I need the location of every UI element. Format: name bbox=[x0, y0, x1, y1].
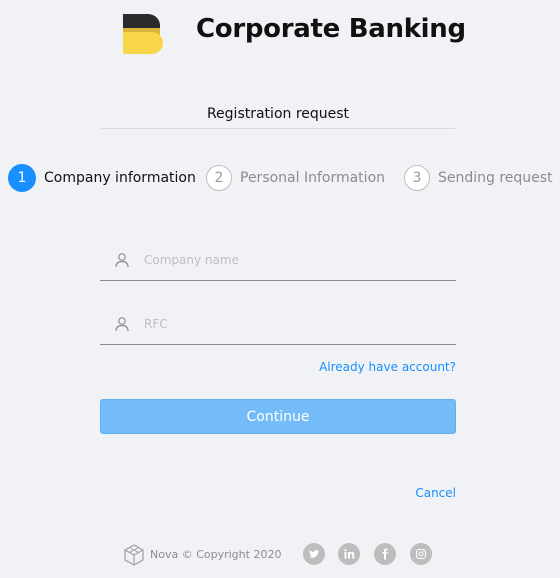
linkedin-icon[interactable] bbox=[338, 543, 360, 565]
company-name-field bbox=[100, 240, 456, 281]
nova-logo-icon bbox=[124, 544, 144, 566]
form-title: Registration request bbox=[206, 106, 350, 122]
title-divider bbox=[101, 128, 455, 129]
copyright-text: Nova © Copyright 2020 bbox=[150, 548, 282, 561]
continue-button[interactable]: Continue bbox=[100, 399, 456, 434]
user-icon bbox=[115, 253, 129, 268]
rfc-input[interactable] bbox=[142, 312, 446, 336]
step-number: 1 bbox=[8, 164, 36, 192]
step-label: Personal Information bbox=[240, 170, 386, 186]
cancel-link[interactable]: Cancel bbox=[415, 486, 456, 500]
step-sending-request: 3 Sending request bbox=[404, 164, 553, 192]
step-number: 2 bbox=[206, 165, 232, 191]
header: Corporate Banking bbox=[0, 0, 560, 70]
company-name-input[interactable] bbox=[142, 248, 446, 272]
twitter-icon[interactable] bbox=[303, 543, 325, 565]
step-label: Company information bbox=[44, 170, 196, 186]
b-logo-icon bbox=[123, 14, 163, 54]
app-title: Corporate Banking bbox=[196, 14, 466, 44]
rfc-field bbox=[100, 304, 456, 345]
instagram-icon[interactable] bbox=[410, 543, 432, 565]
facebook-icon[interactable] bbox=[374, 543, 396, 565]
user-icon bbox=[115, 317, 129, 332]
step-number: 3 bbox=[404, 165, 430, 191]
step-personal-information: 2 Personal Information bbox=[206, 164, 385, 192]
step-company-information: 1 Company information bbox=[8, 164, 196, 192]
already-have-account-link[interactable]: Already have account? bbox=[319, 360, 456, 374]
step-label: Sending request bbox=[438, 170, 553, 186]
